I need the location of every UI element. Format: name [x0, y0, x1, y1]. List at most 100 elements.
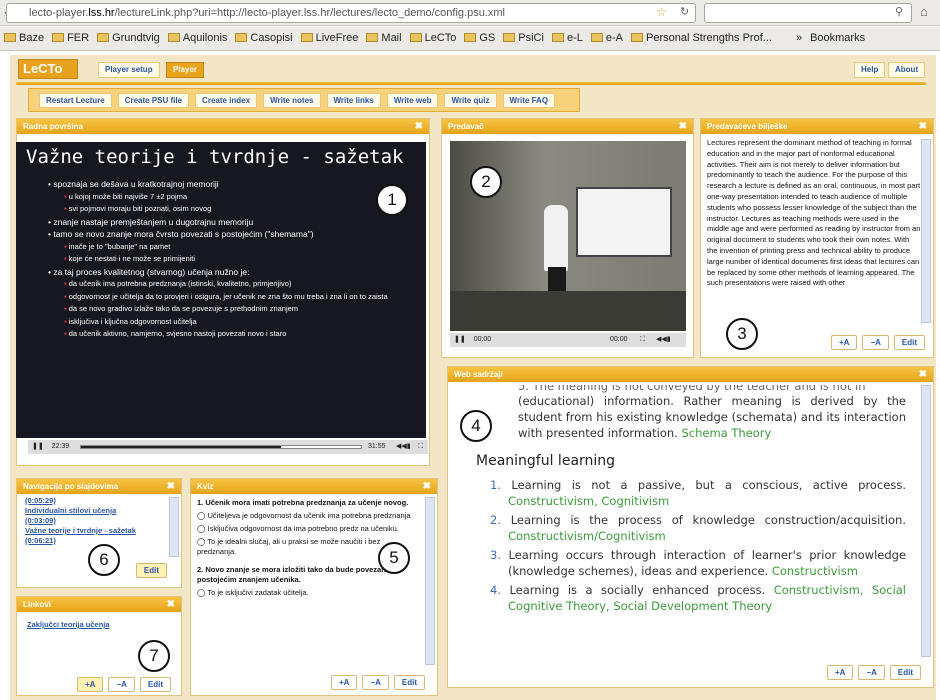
close-icon[interactable]: ✖: [167, 479, 175, 494]
radio-icon[interactable]: ◯: [197, 524, 207, 533]
font-decrease-button[interactable]: −A: [862, 335, 889, 350]
radio-icon[interactable]: ◯: [197, 537, 207, 546]
bookmark-item[interactable]: LiveFree: [300, 32, 358, 44]
slide-heading: Važne teorije i tvrdnje - sažetak: [26, 146, 404, 168]
volume-icon[interactable]: ◀◀▮: [656, 333, 671, 347]
tab-player[interactable]: Player: [166, 62, 205, 78]
search-icon[interactable]: ⚲: [895, 5, 903, 18]
edit-button[interactable]: Edit: [135, 563, 167, 578]
slide-view: Važne teorije i tvrdnje - sažetak spozna…: [16, 142, 426, 438]
bookmark-item[interactable]: Mail: [366, 32, 402, 44]
close-icon[interactable]: ✖: [919, 119, 927, 134]
close-icon[interactable]: ✖: [679, 119, 687, 134]
folder-icon: [464, 33, 477, 42]
bookmark-item[interactable]: Aquilonis: [167, 32, 227, 44]
fullscreen-icon[interactable]: ⛶: [640, 333, 645, 347]
pause-icon[interactable]: ❚❚: [32, 443, 44, 450]
quiz-option-text: Isključiva odgovornost da ima potrebno p…: [207, 524, 399, 533]
nav-scrollbar[interactable]: [169, 497, 179, 557]
close-icon[interactable]: ✖: [919, 367, 927, 382]
theory-link[interactable]: Constructivism: [772, 564, 858, 578]
bookmark-item[interactable]: Personal Strengths Prof...: [630, 32, 772, 44]
bookmark-label: Grundtvig: [112, 32, 160, 44]
write-links-button[interactable]: Write links: [326, 93, 381, 108]
bookmark-item[interactable]: Grundtvig: [97, 32, 160, 44]
search-input[interactable]: [704, 3, 912, 23]
folder-icon: [590, 33, 603, 42]
close-icon[interactable]: ✖: [415, 119, 423, 134]
bookmark-label: LeCTo: [424, 32, 457, 44]
create-psu-file-button[interactable]: Create PSU file: [117, 93, 190, 108]
slide-progress-bar[interactable]: [80, 445, 362, 449]
main-toolbar: Restart Lecture Create PSU file Create ind…: [28, 88, 580, 112]
close-icon[interactable]: ✖: [167, 597, 175, 612]
quiz-option[interactable]: ◯ Isključiva odgovornost da ima potrebno…: [197, 524, 419, 534]
bookmarks-menu-button[interactable]: Bookmarks: [810, 32, 865, 44]
restart-lecture-button[interactable]: Restart Lecture: [39, 93, 112, 108]
bookmark-item[interactable]: PsiCi: [503, 32, 544, 44]
reload-icon[interactable]: ↻: [680, 5, 689, 18]
notes-scrollbar[interactable]: [921, 139, 931, 323]
slide-nav-link[interactable]: (0:06:21): [25, 536, 163, 546]
web-list-item: 4. Learning is a socially enhanced proce…: [490, 582, 906, 614]
address-bar[interactable]: lecto-player.lss.hr/lectureLink.php?uri=…: [6, 3, 696, 23]
slide-nav-link[interactable]: (0:03:09): [25, 516, 163, 526]
slide-nav-link[interactable]: Individualni stilovi učenja: [25, 506, 163, 516]
fullscreen-icon[interactable]: ⛶: [418, 440, 423, 454]
edit-button[interactable]: Edit: [139, 677, 171, 692]
theory-link[interactable]: Constructivism/Cognitivism: [508, 529, 666, 543]
bookmark-item[interactable]: e-A: [590, 32, 623, 44]
slide-bullet-list: spoznaja se dešava u kratkotrajnoj memor…: [16, 168, 426, 341]
quiz-scrollbar[interactable]: [425, 497, 435, 665]
bookmark-item[interactable]: GS: [464, 32, 495, 44]
tab-player-setup[interactable]: Player setup: [98, 62, 160, 78]
quiz-option[interactable]: ◯ Učiteljeva je odgovornost da učenik im…: [197, 511, 419, 521]
web-scrollbar[interactable]: [921, 385, 931, 657]
bookmark-item[interactable]: e-L: [551, 32, 583, 44]
edit-button[interactable]: Edit: [393, 675, 425, 690]
list-text: Learning is the process of knowledge con…: [510, 513, 906, 527]
create-index-button[interactable]: Create index: [195, 93, 258, 108]
volume-icon[interactable]: ◀◀▮: [396, 440, 411, 454]
help-button[interactable]: Help: [854, 62, 886, 78]
quiz-option-text: To je isključivi zadatak učitelja.: [207, 588, 309, 597]
quiz-content: 1. Učenik mora imati potrebna predznanja…: [191, 494, 437, 654]
web-list-item: 3. Learning occurs through interaction o…: [490, 547, 906, 579]
learning-theories-link[interactable]: Zaključci teorija učenja: [17, 612, 181, 630]
theory-link[interactable]: Constructivism, Cognitivism: [508, 494, 669, 508]
font-decrease-button[interactable]: −A: [362, 675, 389, 690]
folder-icon: [630, 33, 643, 42]
bookmark-item[interactable]: Casopisi: [235, 32, 293, 44]
close-icon[interactable]: ✖: [423, 479, 431, 494]
write-web-button[interactable]: Write web: [386, 93, 439, 108]
write-notes-button[interactable]: Write notes: [263, 93, 321, 108]
bookmark-item[interactable]: FER: [52, 32, 89, 44]
bookmark-item[interactable]: Baze: [4, 32, 44, 44]
radio-icon[interactable]: ◯: [197, 588, 207, 597]
bookmark-item[interactable]: LeCTo: [409, 32, 457, 44]
write-faq-button[interactable]: Write FAQ: [502, 93, 556, 108]
schema-theory-link[interactable]: Schema Theory: [681, 426, 771, 440]
quiz-option[interactable]: ◯ To je isključivi zadatak učitelja.: [197, 588, 419, 598]
edit-button[interactable]: Edit: [889, 665, 921, 680]
write-quiz-button[interactable]: Write quiz: [444, 93, 497, 108]
about-button[interactable]: About: [888, 62, 926, 78]
radio-icon[interactable]: ◯: [197, 511, 207, 520]
slide-nav-link[interactable]: Važne teorije i tvrdnje - sažetak: [25, 526, 163, 536]
folder-icon: [366, 33, 379, 42]
pause-icon[interactable]: ❚❚: [454, 336, 466, 343]
font-decrease-button[interactable]: −A: [858, 665, 885, 680]
font-decrease-button[interactable]: −A: [108, 677, 135, 692]
font-increase-button[interactable]: +A: [330, 675, 358, 690]
nav-panel-title-text: Navigacija po slajdovima: [23, 482, 119, 491]
slide-nav-link[interactable]: (0:05:29): [25, 496, 163, 506]
font-increase-button[interactable]: +A: [826, 665, 854, 680]
marker-2: 2: [470, 166, 502, 198]
bookmark-star-icon[interactable]: ☆: [656, 5, 667, 19]
edit-button[interactable]: Edit: [893, 335, 925, 350]
bookmark-label: Personal Strengths Prof...: [645, 32, 772, 44]
bookmarks-overflow-icon[interactable]: »: [796, 32, 802, 44]
font-increase-button[interactable]: +A: [76, 677, 104, 692]
font-increase-button[interactable]: +A: [830, 335, 858, 350]
home-icon[interactable]: ⌂: [920, 4, 928, 19]
